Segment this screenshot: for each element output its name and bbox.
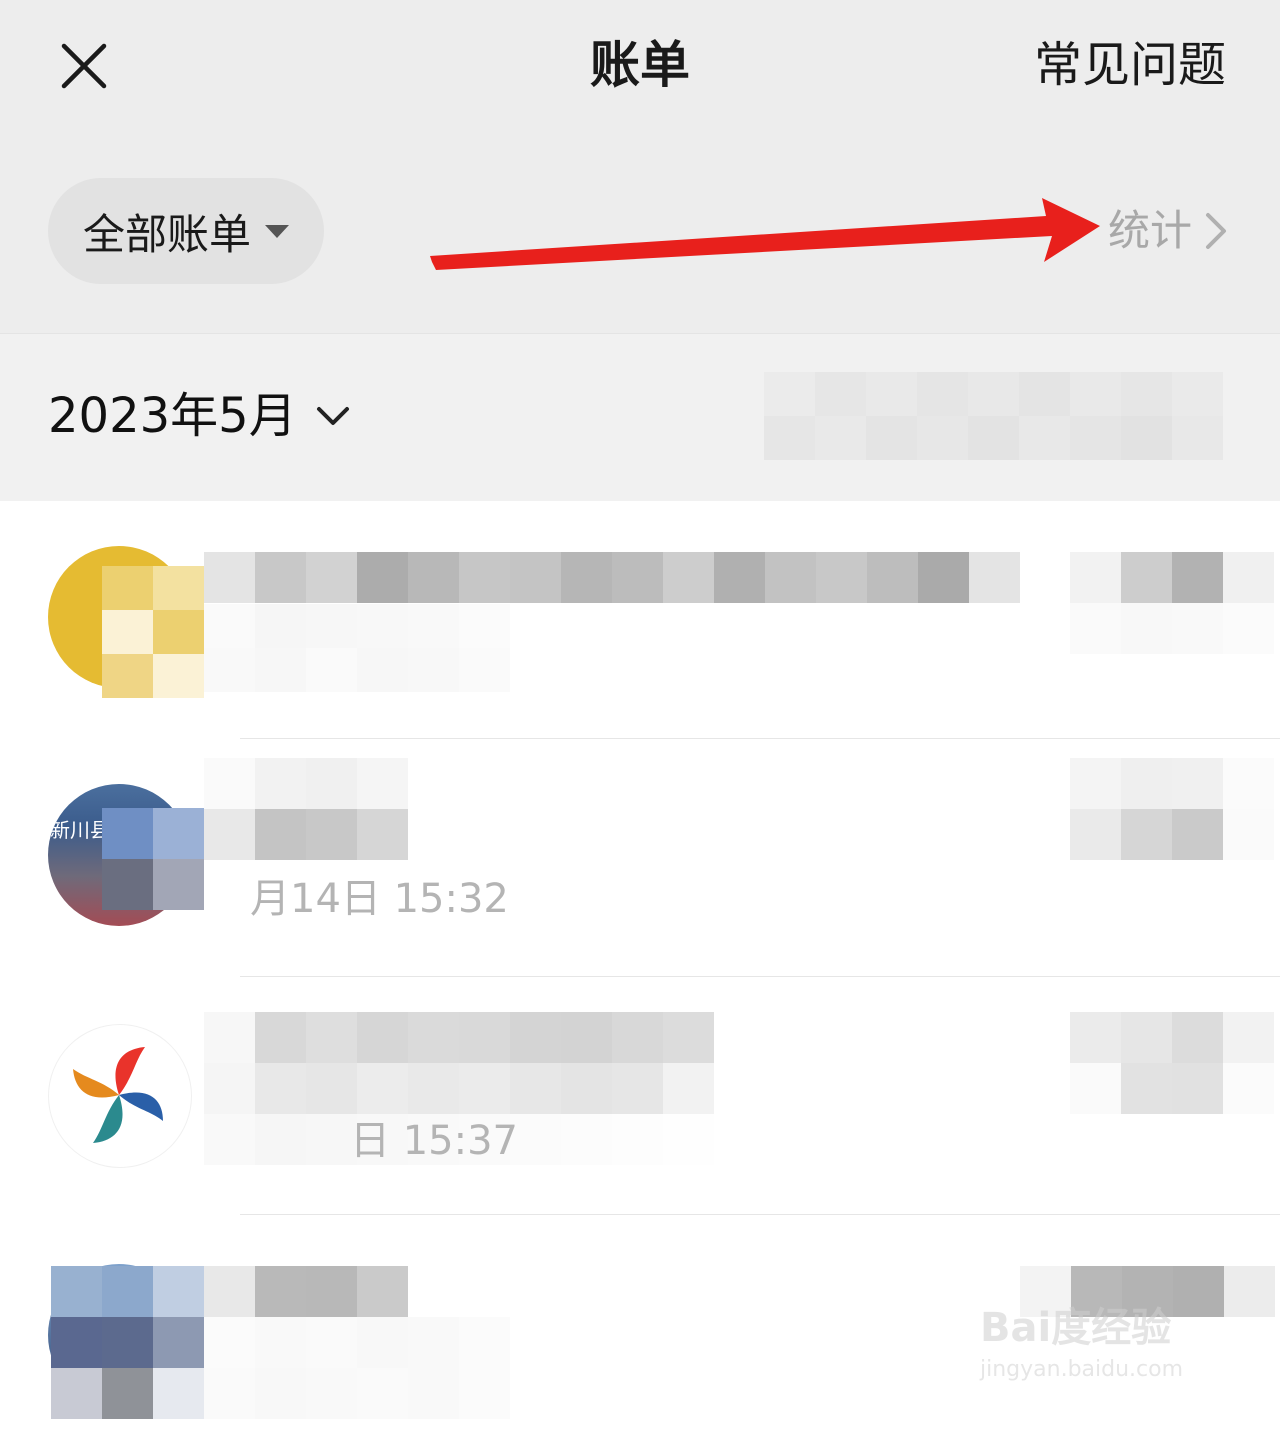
statistics-link[interactable]: 统计 <box>1108 200 1230 262</box>
transaction-row[interactable]: 新川县 月14日 15:32 <box>0 738 1280 976</box>
caret-down-icon <box>265 224 289 238</box>
chevron-right-icon <box>1192 211 1230 251</box>
pinwheel-logo-icon <box>73 1047 163 1143</box>
transaction-row[interactable] <box>0 500 1280 738</box>
transaction-row[interactable]: 日 15:37 <box>0 976 1280 1214</box>
pixelated-merchant-name <box>204 1266 510 1419</box>
page-title: 账单 <box>590 36 690 94</box>
pixelated-amount <box>1070 758 1274 860</box>
close-button[interactable] <box>56 38 112 94</box>
merchant-avatar <box>48 1024 192 1168</box>
pixelated-amount <box>1070 552 1274 654</box>
bill-filter-dropdown[interactable]: 全部账单 <box>48 178 324 284</box>
statistics-label: 统计 <box>1107 206 1192 255</box>
avatar-caption: 新川县 <box>50 818 110 842</box>
pixelated-merchant-name <box>204 552 1020 603</box>
transaction-row[interactable] <box>0 1214 1280 1452</box>
month-bar: 2023年5月 <box>0 333 1280 501</box>
pixelated-amount <box>1070 1012 1274 1114</box>
pixelated-avatar-overlay <box>102 566 204 698</box>
pixelated-merchant-name <box>204 758 408 860</box>
chevron-down-icon <box>297 401 353 431</box>
faq-link[interactable]: 常见问题 <box>1034 30 1226 100</box>
bill-filter-label: 全部账单 <box>82 209 251 259</box>
transaction-time: 月14日 15:32 <box>250 876 509 922</box>
transaction-time: 日 15:37 <box>350 1118 518 1164</box>
pixelated-summary <box>764 372 1223 460</box>
pixelated-avatar-overlay <box>102 808 204 910</box>
pixelated-amount <box>1020 1266 1275 1317</box>
month-selector[interactable]: 2023年5月 <box>48 384 353 448</box>
pixelated-details <box>204 604 510 692</box>
month-label: 2023年5月 <box>48 388 297 444</box>
pixelated-avatar-overlay <box>51 1266 204 1419</box>
close-icon <box>61 43 107 89</box>
header-bar: 账单 常见问题 全部账单 统计 <box>0 0 1280 333</box>
